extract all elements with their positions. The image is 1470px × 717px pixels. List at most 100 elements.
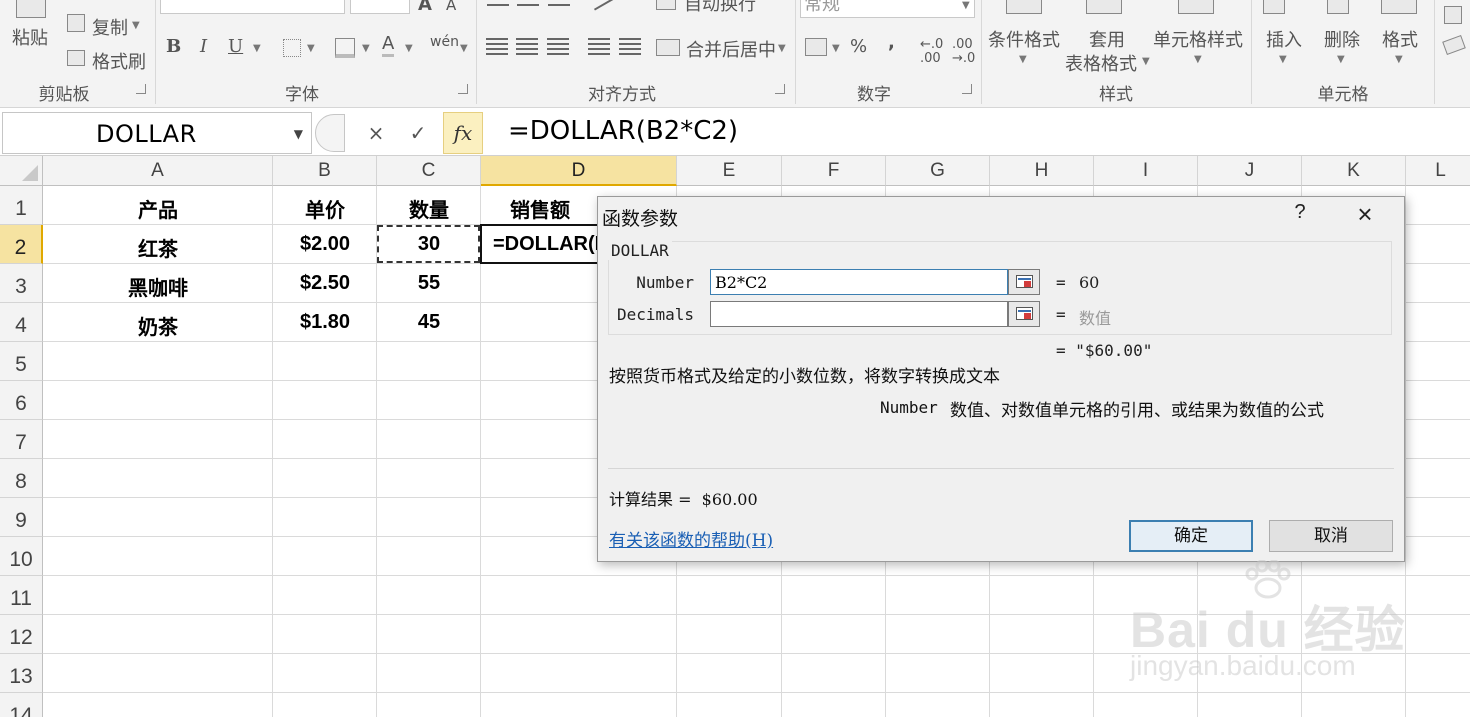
header-cell-b[interactable]: 单价 bbox=[273, 194, 377, 220]
comma-button[interactable]: , bbox=[888, 32, 895, 53]
alignment-launcher-icon[interactable] bbox=[775, 84, 785, 94]
align-middle-icon[interactable] bbox=[517, 0, 539, 6]
insert-button[interactable]: 插入 bbox=[1266, 26, 1302, 52]
fill-color-icon[interactable] bbox=[335, 38, 355, 58]
align-center-icon[interactable] bbox=[516, 38, 538, 56]
copy-button[interactable]: 复制 bbox=[92, 14, 128, 40]
phonetic-button[interactable]: wén bbox=[430, 34, 459, 50]
merge-center-button[interactable]: 合并后居中 bbox=[686, 36, 776, 62]
ok-button[interactable]: 确定 bbox=[1129, 520, 1253, 552]
cell-styles-button[interactable]: 单元格样式 bbox=[1153, 26, 1243, 52]
column-header-e[interactable]: E bbox=[677, 156, 782, 186]
formula-input[interactable]: =DOLLAR(B2*C2) bbox=[508, 116, 738, 146]
bold-button[interactable]: B bbox=[166, 36, 181, 57]
row-header-9[interactable]: 9 bbox=[0, 498, 43, 537]
cell-a3[interactable]: 黑咖啡 bbox=[43, 272, 273, 298]
format-dropdown-icon[interactable]: ▼ bbox=[1395, 54, 1403, 65]
function-help-link[interactable]: 有关该函数的帮助(H) bbox=[609, 526, 773, 551]
help-icon[interactable]: ? bbox=[1290, 201, 1310, 224]
paste-button[interactable]: 粘贴 bbox=[12, 24, 48, 50]
column-header-f[interactable]: F bbox=[782, 156, 886, 186]
phonetic-dropdown-icon[interactable]: ▼ bbox=[460, 43, 468, 54]
insert-function-icon[interactable]: fx bbox=[443, 112, 483, 154]
percent-button[interactable]: % bbox=[850, 36, 867, 57]
cell-styles-dropdown-icon[interactable]: ▼ bbox=[1194, 54, 1202, 65]
cell-a4[interactable]: 奶茶 bbox=[43, 311, 273, 337]
cancel-button[interactable]: 取消 bbox=[1269, 520, 1393, 552]
font-color-button[interactable]: A bbox=[382, 34, 395, 57]
format-painter-button[interactable]: 格式刷 bbox=[92, 48, 146, 74]
cancel-formula-icon[interactable]: × bbox=[358, 114, 394, 152]
accounting-dropdown-icon[interactable]: ▼ bbox=[832, 43, 840, 54]
row-header-11[interactable]: 11 bbox=[0, 576, 43, 615]
number-launcher-icon[interactable] bbox=[962, 84, 972, 94]
column-header-l[interactable]: L bbox=[1406, 156, 1470, 186]
accounting-format-icon[interactable] bbox=[805, 38, 827, 56]
row-header-14[interactable]: 14 bbox=[0, 693, 43, 717]
select-all-button[interactable] bbox=[0, 156, 43, 186]
decrease-indent-icon[interactable] bbox=[588, 38, 610, 56]
wrap-text-button[interactable]: 自动换行 bbox=[684, 0, 756, 16]
column-header-j[interactable]: J bbox=[1198, 156, 1302, 186]
cell-c4[interactable]: 45 bbox=[377, 311, 481, 337]
conditional-format-dropdown-icon[interactable]: ▼ bbox=[1019, 54, 1027, 65]
table-format-dropdown-icon[interactable]: ▼ bbox=[1142, 56, 1150, 67]
table-format-button-line1[interactable]: 套用 bbox=[1089, 26, 1125, 52]
font-color-dropdown-icon[interactable]: ▼ bbox=[405, 43, 413, 54]
grow-font-button[interactable]: A bbox=[418, 0, 432, 15]
column-header-c[interactable]: C bbox=[377, 156, 481, 186]
align-right-icon[interactable] bbox=[547, 38, 569, 56]
column-header-g[interactable]: G bbox=[886, 156, 990, 186]
row-header-8[interactable]: 8 bbox=[0, 459, 43, 498]
italic-button[interactable]: I bbox=[200, 36, 207, 57]
decrease-decimal-button[interactable]: .00 →.0 bbox=[952, 38, 975, 66]
font-launcher-icon[interactable] bbox=[458, 84, 468, 94]
align-left-icon[interactable] bbox=[486, 38, 508, 56]
fill-down-icon[interactable] bbox=[1444, 6, 1462, 24]
delete-dropdown-icon[interactable]: ▼ bbox=[1337, 54, 1345, 65]
row-header-2[interactable]: 2 bbox=[0, 225, 43, 264]
delete-button[interactable]: 删除 bbox=[1324, 26, 1360, 52]
column-header-k[interactable]: K bbox=[1302, 156, 1406, 186]
align-top-icon[interactable] bbox=[487, 0, 509, 6]
column-header-d[interactable]: D bbox=[481, 156, 677, 186]
row-header-1[interactable]: 1 bbox=[0, 186, 43, 225]
close-icon[interactable]: × bbox=[1350, 201, 1380, 229]
formula-bar-grip-icon[interactable] bbox=[315, 114, 345, 152]
increase-decimal-button[interactable]: ←.0.00 bbox=[920, 38, 943, 66]
font-name-combo[interactable] bbox=[160, 0, 345, 14]
clear-icon[interactable] bbox=[1442, 35, 1466, 55]
header-cell-a[interactable]: 产品 bbox=[43, 194, 273, 220]
fill-dropdown-icon[interactable]: ▼ bbox=[362, 43, 370, 54]
clipboard-launcher-icon[interactable] bbox=[136, 84, 146, 94]
cell-c3[interactable]: 55 bbox=[377, 272, 481, 298]
number-format-dropdown-icon[interactable]: ▼ bbox=[962, 0, 970, 11]
cell-c2[interactable]: 30 bbox=[377, 233, 481, 259]
cell-b2[interactable]: $2.00 bbox=[273, 233, 377, 259]
name-box[interactable]: DOLLAR ▼ bbox=[2, 112, 312, 154]
border-dropdown-icon[interactable]: ▼ bbox=[307, 43, 315, 54]
orientation-icon[interactable] bbox=[587, 0, 615, 11]
underline-dropdown-icon[interactable]: ▼ bbox=[253, 43, 261, 54]
column-header-a[interactable]: A bbox=[43, 156, 273, 186]
underline-button[interactable]: U bbox=[228, 36, 243, 57]
column-header-i[interactable]: I bbox=[1094, 156, 1198, 186]
border-icon[interactable] bbox=[283, 39, 301, 57]
enter-formula-icon[interactable]: ✓ bbox=[400, 114, 436, 152]
table-format-button-line2[interactable]: 表格格式 bbox=[1065, 50, 1137, 76]
column-header-b[interactable]: B bbox=[273, 156, 377, 186]
row-header-6[interactable]: 6 bbox=[0, 381, 43, 420]
header-cell-c[interactable]: 数量 bbox=[377, 194, 481, 220]
copy-dropdown-icon[interactable]: ▼ bbox=[132, 20, 140, 31]
row-header-3[interactable]: 3 bbox=[0, 264, 43, 303]
row-header-10[interactable]: 10 bbox=[0, 537, 43, 576]
cell-a2[interactable]: 红茶 bbox=[43, 233, 273, 259]
cell-b3[interactable]: $2.50 bbox=[273, 272, 377, 298]
decimals-collapse-ref-button[interactable] bbox=[1008, 301, 1040, 327]
decimals-arg-input[interactable] bbox=[710, 301, 1008, 327]
paste-icon[interactable] bbox=[16, 0, 46, 18]
row-header-12[interactable]: 12 bbox=[0, 615, 43, 654]
increase-indent-icon[interactable] bbox=[619, 38, 641, 56]
header-cell-d[interactable]: 销售额 bbox=[481, 194, 599, 220]
column-header-h[interactable]: H bbox=[990, 156, 1094, 186]
